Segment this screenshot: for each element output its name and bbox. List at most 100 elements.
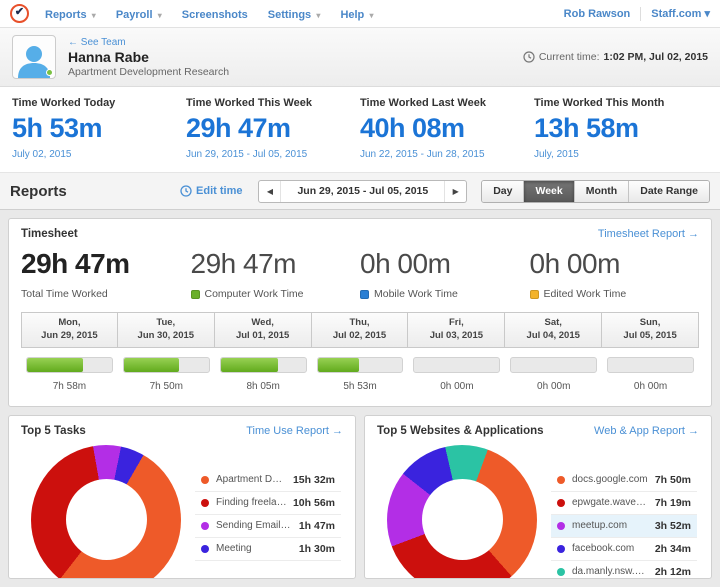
day-time-label: 7h 58m <box>21 381 118 392</box>
legend-label: meetup.com <box>572 520 649 531</box>
legend-time: 15h 32m <box>293 474 335 486</box>
stat-card-period: July, 2015 <box>534 149 700 160</box>
legend-time: 2h 34m <box>655 543 691 555</box>
timesheet-title: Timesheet <box>21 228 598 240</box>
page-title-user-name: Hanna Rabe <box>68 49 229 65</box>
day-column: Wed,Jul 01, 20158h 05m <box>215 312 312 392</box>
day-progress-bar[interactable] <box>220 357 307 373</box>
stat-card-label: Time Worked Last Week <box>360 97 526 109</box>
legend-row[interactable]: Apartment Development Rese...15h 32m <box>195 469 341 492</box>
main-content: Timesheet Timesheet Report → 29h 47mTota… <box>0 210 720 587</box>
day-header-cell: Sat,Jul 04, 2015 <box>505 312 602 348</box>
next-week-button[interactable]: ▶ <box>444 181 466 202</box>
day-date: Jun 29, 2015 <box>24 330 115 343</box>
main-nav: Reports ▾ Payroll ▾ Screenshots Settings ▾ H… <box>45 5 394 23</box>
app-logo-icon[interactable]: ✔ <box>10 4 29 23</box>
timesheet-summary-value: 0h 00m <box>530 248 700 280</box>
timesheet-summary-label-text: Mobile Work Time <box>374 288 458 300</box>
legend-label: epwgate.waverley.nsw.gov.au <box>572 497 649 508</box>
day-time-label: 8h 05m <box>215 381 312 392</box>
check-glyph: ✔ <box>15 7 24 18</box>
prev-week-button[interactable]: ◀ <box>259 181 281 202</box>
stat-cards-row: Time Worked Today5h 53mJuly 02, 2015Time… <box>0 87 720 173</box>
chart-body: docs.google.com7h 50mepwgate.waverley.ns… <box>365 443 711 579</box>
nav-item-help[interactable]: Help ▾ <box>340 9 373 21</box>
edit-time-button[interactable]: Edit time <box>180 185 242 197</box>
legend-label: Sending Email/Message (freel... <box>216 520 293 531</box>
view-button-date-range[interactable]: Date Range <box>628 181 709 202</box>
legend-label: da.manly.nsw.gov.au <box>572 566 649 577</box>
legend-time: 3h 52m <box>655 520 691 532</box>
legend-dot-icon <box>201 499 209 507</box>
nav-item-screenshots[interactable]: Screenshots <box>182 9 248 21</box>
nav-item-settings[interactable]: Settings ▾ <box>268 9 321 21</box>
chart-legend: Apartment Development Rese...15h 32mFind… <box>195 469 341 579</box>
legend-label: Meeting <box>216 543 293 554</box>
top-navbar: ✔ Reports ▾ Payroll ▾ Screenshots Settings … <box>0 0 720 28</box>
legend-row[interactable]: meetup.com 3h 52m <box>551 515 697 538</box>
legend-row[interactable]: da.manly.nsw.gov.au2h 12m <box>551 561 697 579</box>
timesheet-summary-label: Edited Work Time <box>530 288 700 300</box>
timesheet-summary-label-text: Edited Work Time <box>544 288 627 300</box>
legend-dot-icon <box>557 499 565 507</box>
see-team-link[interactable]: ← See Team <box>68 37 229 48</box>
view-button-day[interactable]: Day <box>482 181 523 202</box>
reports-toolbar: Reports Edit time ◀ Jun 29, 2015 - Jul 0… <box>0 173 720 210</box>
legend-row[interactable]: Finding freelance group10h 56m <box>195 492 341 515</box>
day-time-label: 0h 00m <box>602 381 699 392</box>
legend-row[interactable]: docs.google.com7h 50m <box>551 469 697 492</box>
legend-dot-icon <box>201 545 209 553</box>
stat-card-period: Jun 22, 2015 - Jun 28, 2015 <box>360 149 526 160</box>
divider <box>640 7 641 21</box>
legend-row[interactable]: Meeting1h 30m <box>195 538 341 561</box>
chevron-down-icon: ▾ <box>704 8 710 20</box>
timesheet-report-link[interactable]: Timesheet Report → <box>598 228 699 240</box>
day-progress-bar[interactable] <box>317 357 404 373</box>
donut-chart[interactable] <box>387 445 537 579</box>
day-header-cell: Thu,Jul 02, 2015 <box>312 312 409 348</box>
avatar[interactable] <box>12 35 56 79</box>
day-header-cell: Tue,Jun 30, 2015 <box>118 312 215 348</box>
legend-row[interactable]: facebook.com2h 34m <box>551 538 697 561</box>
date-range-label[interactable]: Jun 29, 2015 - Jul 05, 2015 <box>281 181 444 202</box>
brand-label: Staff.com <box>651 8 701 20</box>
chart-panel-header: Top 5 Websites & ApplicationsWeb & App R… <box>365 416 711 443</box>
view-switch: DayWeekMonthDate Range <box>481 180 710 203</box>
nav-item-reports[interactable]: Reports ▾ <box>45 9 96 21</box>
day-progress-bar[interactable] <box>26 357 113 373</box>
user-menu-link[interactable]: Rob Rawson <box>564 8 631 20</box>
section-title: Reports <box>10 183 180 200</box>
current-time: Current time: 1:02 PM, Jul 02, 2015 <box>523 51 708 63</box>
legend-row[interactable]: Sending Email/Message (freel...1h 47m <box>195 515 341 538</box>
nav-item-payroll[interactable]: Payroll ▾ <box>116 9 162 21</box>
charts-row: Top 5 TasksTime Use Report → Apartment De… <box>8 415 712 579</box>
day-progress-bar[interactable] <box>607 357 694 373</box>
day-progress-bar[interactable] <box>123 357 210 373</box>
date-range-pager: ◀ Jun 29, 2015 - Jul 05, 2015 ▶ <box>258 180 467 203</box>
legend-dot-icon <box>557 568 565 576</box>
day-progress-bar[interactable] <box>510 357 597 373</box>
chart-body: Apartment Development Rese...15h 32mFind… <box>9 443 355 579</box>
day-progress-bar[interactable] <box>413 357 500 373</box>
brand-menu[interactable]: Staff.com ▾ <box>651 7 710 20</box>
chart-panel-header: Top 5 TasksTime Use Report → <box>9 416 355 443</box>
legend-swatch-icon <box>530 290 539 299</box>
legend-dot-icon <box>557 522 565 530</box>
legend-swatch-icon <box>360 290 369 299</box>
view-button-month[interactable]: Month <box>574 181 629 202</box>
legend-dot-icon <box>201 476 209 484</box>
day-time-label: 5h 53m <box>312 381 409 392</box>
day-column: Sat,Jul 04, 20150h 00m <box>505 312 602 392</box>
current-time-label: Current time: <box>539 51 600 63</box>
chart-report-link[interactable]: Time Use Report → <box>246 425 343 437</box>
legend-row[interactable]: epwgate.waverley.nsw.gov.au7h 19m <box>551 492 697 515</box>
chart-report-link[interactable]: Web & App Report → <box>594 425 699 437</box>
donut-chart[interactable] <box>31 445 181 579</box>
day-date: Jul 01, 2015 <box>217 330 309 343</box>
view-button-week[interactable]: Week <box>523 181 573 202</box>
chart-title: Top 5 Websites & Applications <box>377 425 594 437</box>
day-name: Sun, <box>604 317 696 330</box>
legend-dot-icon <box>201 522 209 530</box>
legend-dot-icon <box>557 545 565 553</box>
stat-card-period: Jun 29, 2015 - Jul 05, 2015 <box>186 149 352 160</box>
